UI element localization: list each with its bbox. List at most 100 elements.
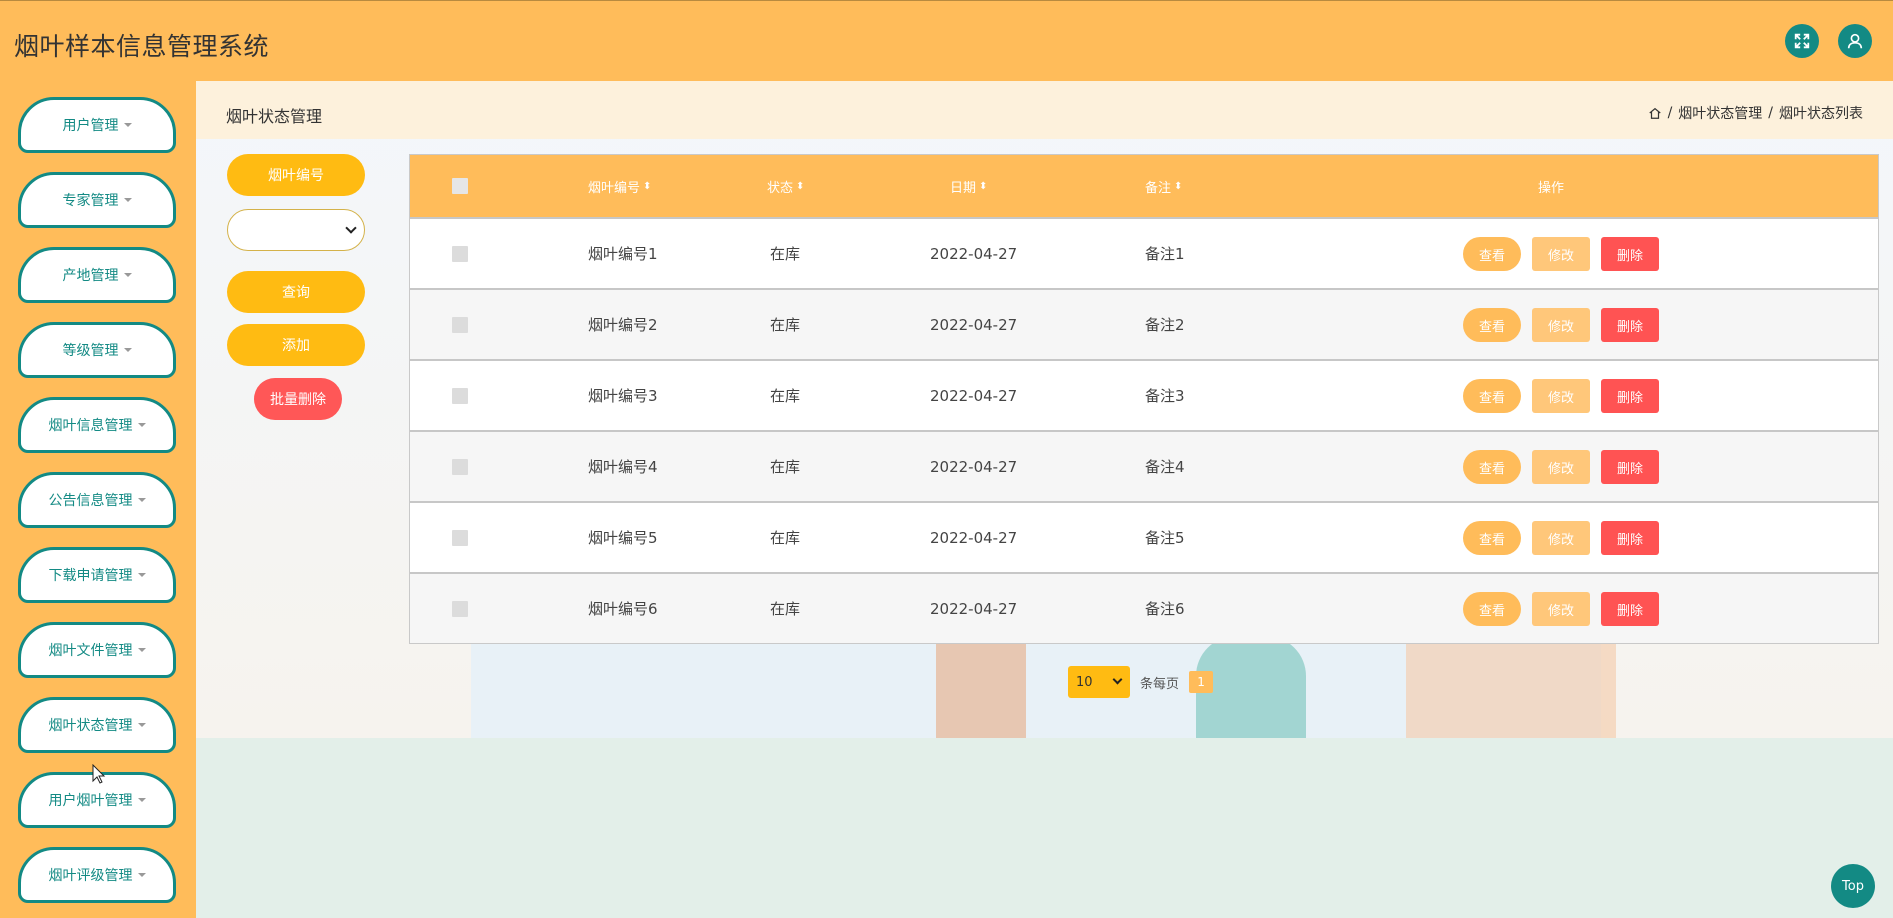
breadcrumb-separator: / [1667,105,1673,121]
column-header-actions: 操作 [1538,155,1564,217]
sidebar-item-notice[interactable]: 公告信息管理 [18,472,176,528]
view-button[interactable]: 查看 [1463,237,1521,271]
column-header-code[interactable]: 烟叶编号 ⬍ [588,155,651,217]
chevron-down-icon [1112,674,1123,685]
edit-button[interactable]: 修改 [1532,450,1590,484]
search-button[interactable]: 查询 [227,271,365,313]
sidebar-item-tobacco-status[interactable]: 烟叶状态管理 [18,697,176,753]
row-checkbox[interactable] [452,600,468,617]
page-size-select[interactable]: 10 [1068,666,1130,698]
edit-button[interactable]: 修改 [1532,592,1590,626]
cell-note: 备注2 [1145,316,1185,334]
user-menu-button[interactable] [1838,24,1872,58]
sidebar-item-label: 等级管理 [62,343,119,359]
breadcrumb-item[interactable]: 烟叶状态管理 [1678,103,1762,123]
cell-code: 烟叶编号6 [588,600,658,618]
breadcrumb: / 烟叶状态管理 / 烟叶状态列表 [1648,103,1863,123]
edit-button[interactable]: 修改 [1532,379,1590,413]
sort-icon: ⬍ [643,180,652,192]
table-row: 烟叶编号3 在库 2022-04-27 备注3 查看 修改 删除 [410,359,1878,430]
sidebar-item-user[interactable]: 用户管理 [18,97,176,153]
delete-button[interactable]: 删除 [1601,521,1659,555]
sidebar-item-grade[interactable]: 等级管理 [18,322,176,378]
sidebar-item-label: 烟叶信息管理 [48,418,133,434]
batch-delete-button[interactable]: 批量删除 [254,378,342,420]
user-icon [1847,33,1863,49]
row-checkbox[interactable] [452,458,468,475]
cell-date: 2022-04-27 [930,528,1018,547]
cell-note: 备注5 [1145,529,1185,547]
cell-date: 2022-04-27 [930,315,1018,334]
back-to-top-button[interactable]: Top [1831,864,1875,908]
background-shape [1406,641,1616,738]
sidebar-item-label: 下载申请管理 [48,568,133,584]
cell-note: 备注4 [1145,458,1185,476]
sidebar-item-label: 烟叶状态管理 [48,718,133,734]
sidebar-item-label: 烟叶文件管理 [48,643,133,659]
delete-button[interactable]: 删除 [1601,308,1659,342]
caret-down-icon [123,123,132,127]
sort-icon: ⬍ [979,180,988,192]
column-header-note[interactable]: 备注 ⬍ [1145,155,1182,217]
cell-code: 烟叶编号2 [588,316,658,334]
breadcrumb-separator: / [1768,105,1773,121]
delete-button[interactable]: 删除 [1601,592,1659,626]
page-number-current[interactable]: 1 [1189,671,1214,693]
select-all-checkbox[interactable] [452,178,468,194]
sidebar: 用户管理 专家管理 产地管理 等级管理 烟叶信息管理 公告信息管理 下载申请管理… [0,81,196,918]
delete-button[interactable]: 删除 [1601,450,1659,484]
view-button[interactable]: 查看 [1463,308,1521,342]
fullscreen-button[interactable] [1785,24,1819,58]
sidebar-item-tobacco-file[interactable]: 烟叶文件管理 [18,622,176,678]
edit-button[interactable]: 修改 [1532,237,1590,271]
column-header-label: 备注 [1145,180,1172,196]
cell-date: 2022-04-27 [930,457,1018,476]
top-bar: 烟叶样本信息管理系统 [0,0,1893,81]
home-icon[interactable] [1648,106,1662,120]
sidebar-item-label: 产地管理 [62,268,119,284]
breadcrumb-current: 烟叶状态列表 [1779,106,1863,122]
sidebar-item-label: 烟叶评级管理 [48,868,133,884]
table-row: 烟叶编号6 在库 2022-04-27 备注6 查看 修改 删除 [410,572,1878,643]
pagination: 10 条每页 1 [1068,666,1214,698]
view-button[interactable]: 查看 [1463,450,1521,484]
edit-button[interactable]: 修改 [1532,308,1590,342]
sidebar-item-expert[interactable]: 专家管理 [18,172,176,228]
sidebar-item-tobacco-info[interactable]: 烟叶信息管理 [18,397,176,453]
view-button[interactable]: 查看 [1463,521,1521,555]
caret-down-icon [123,348,132,352]
cell-status: 在库 [770,387,801,405]
caret-down-icon [123,273,132,277]
caret-down-icon [137,648,146,652]
add-button[interactable]: 添加 [227,324,365,366]
expand-icon [1794,33,1810,49]
row-checkbox[interactable] [452,387,468,404]
sidebar-item-origin[interactable]: 产地管理 [18,247,176,303]
sidebar-item-label: 公告信息管理 [48,493,133,509]
caret-down-icon [137,498,146,502]
delete-button[interactable]: 删除 [1601,237,1659,271]
sidebar-item-download-request[interactable]: 下载申请管理 [18,547,176,603]
sidebar-item-label: 用户烟叶管理 [48,793,133,809]
sidebar-item-tobacco-rating[interactable]: 烟叶评级管理 [18,847,176,903]
cell-code: 烟叶编号3 [588,387,658,405]
row-checkbox[interactable] [452,245,468,262]
table-header: 烟叶编号 ⬍ 状态 ⬍ 日期 ⬍ 备注 ⬍ 操作 [410,155,1878,217]
caret-down-icon [137,573,146,577]
column-header-date[interactable]: 日期 ⬍ [950,155,987,217]
view-button[interactable]: 查看 [1463,379,1521,413]
row-checkbox[interactable] [452,529,468,546]
caret-down-icon [137,873,146,877]
caret-down-icon [123,198,132,202]
cell-date: 2022-04-27 [930,244,1018,263]
edit-button[interactable]: 修改 [1532,521,1590,555]
table-row: 烟叶编号5 在库 2022-04-27 备注5 查看 修改 删除 [410,501,1878,572]
delete-button[interactable]: 删除 [1601,379,1659,413]
column-header-status[interactable]: 状态 ⬍ [767,155,804,217]
page-header: 烟叶状态管理 / 烟叶状态管理 / 烟叶状态列表 [196,81,1893,139]
row-checkbox[interactable] [452,316,468,333]
status-select[interactable] [227,209,365,251]
cell-status: 在库 [770,316,801,334]
view-button[interactable]: 查看 [1463,592,1521,626]
cell-status: 在库 [770,458,801,476]
